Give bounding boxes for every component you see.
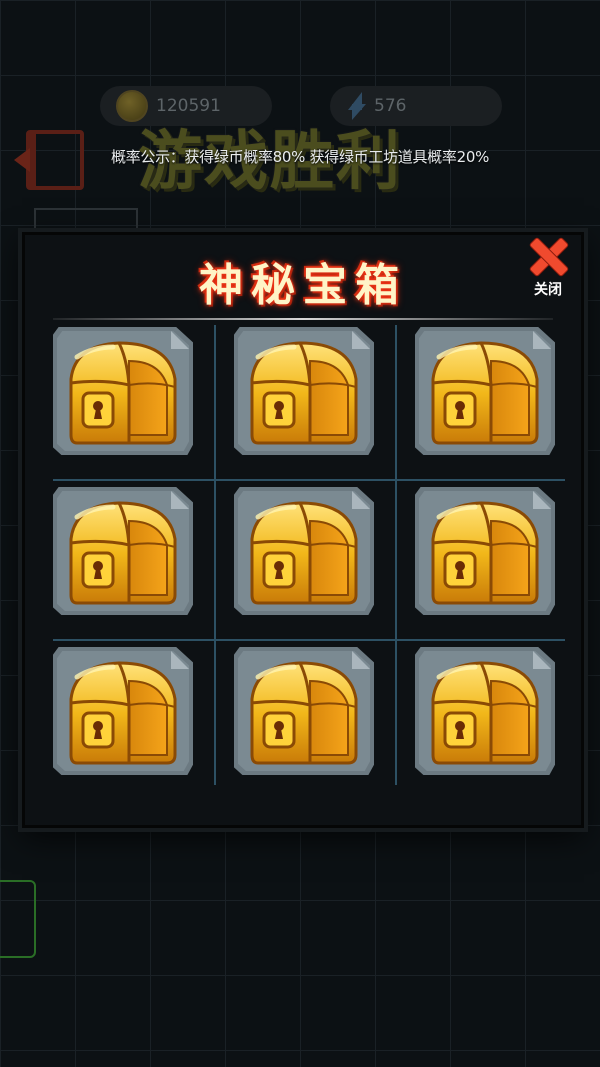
treasure-chest-icon bbox=[431, 501, 539, 605]
chest-slot-4[interactable] bbox=[53, 487, 193, 615]
close-label: 关闭 bbox=[534, 282, 562, 298]
dialog-title: 神秘宝箱 bbox=[199, 260, 407, 311]
chest-slot-1[interactable] bbox=[53, 327, 193, 455]
close-button[interactable]: 关闭 bbox=[523, 237, 573, 298]
treasure-chest-icon bbox=[431, 341, 539, 445]
treasure-chest-icon bbox=[250, 501, 358, 605]
treasure-chest-icon bbox=[69, 661, 177, 765]
chest-slot-6[interactable] bbox=[415, 487, 555, 615]
chest-grid bbox=[53, 325, 565, 785]
treasure-chest-icon bbox=[431, 661, 539, 765]
treasure-chest-icon bbox=[69, 501, 177, 605]
chest-slot-9[interactable] bbox=[415, 647, 555, 775]
treasure-chest-icon bbox=[250, 341, 358, 445]
chest-slot-5[interactable] bbox=[234, 487, 374, 615]
treasure-chest-icon bbox=[250, 661, 358, 765]
chest-slot-7[interactable] bbox=[53, 647, 193, 775]
chest-slot-8[interactable] bbox=[234, 647, 374, 775]
treasure-chest-icon bbox=[69, 341, 177, 445]
title-divider bbox=[53, 318, 553, 320]
probability-notice: 概率公示：获得绿币概率80% 获得绿币工坊道具概率20% bbox=[110, 148, 490, 166]
chest-slot-2[interactable] bbox=[234, 327, 374, 455]
mystery-chest-dialog: 神秘宝箱 关闭 bbox=[22, 232, 584, 828]
background-green-button bbox=[0, 880, 36, 958]
close-x-icon bbox=[528, 237, 568, 277]
chest-slot-3[interactable] bbox=[415, 327, 555, 455]
